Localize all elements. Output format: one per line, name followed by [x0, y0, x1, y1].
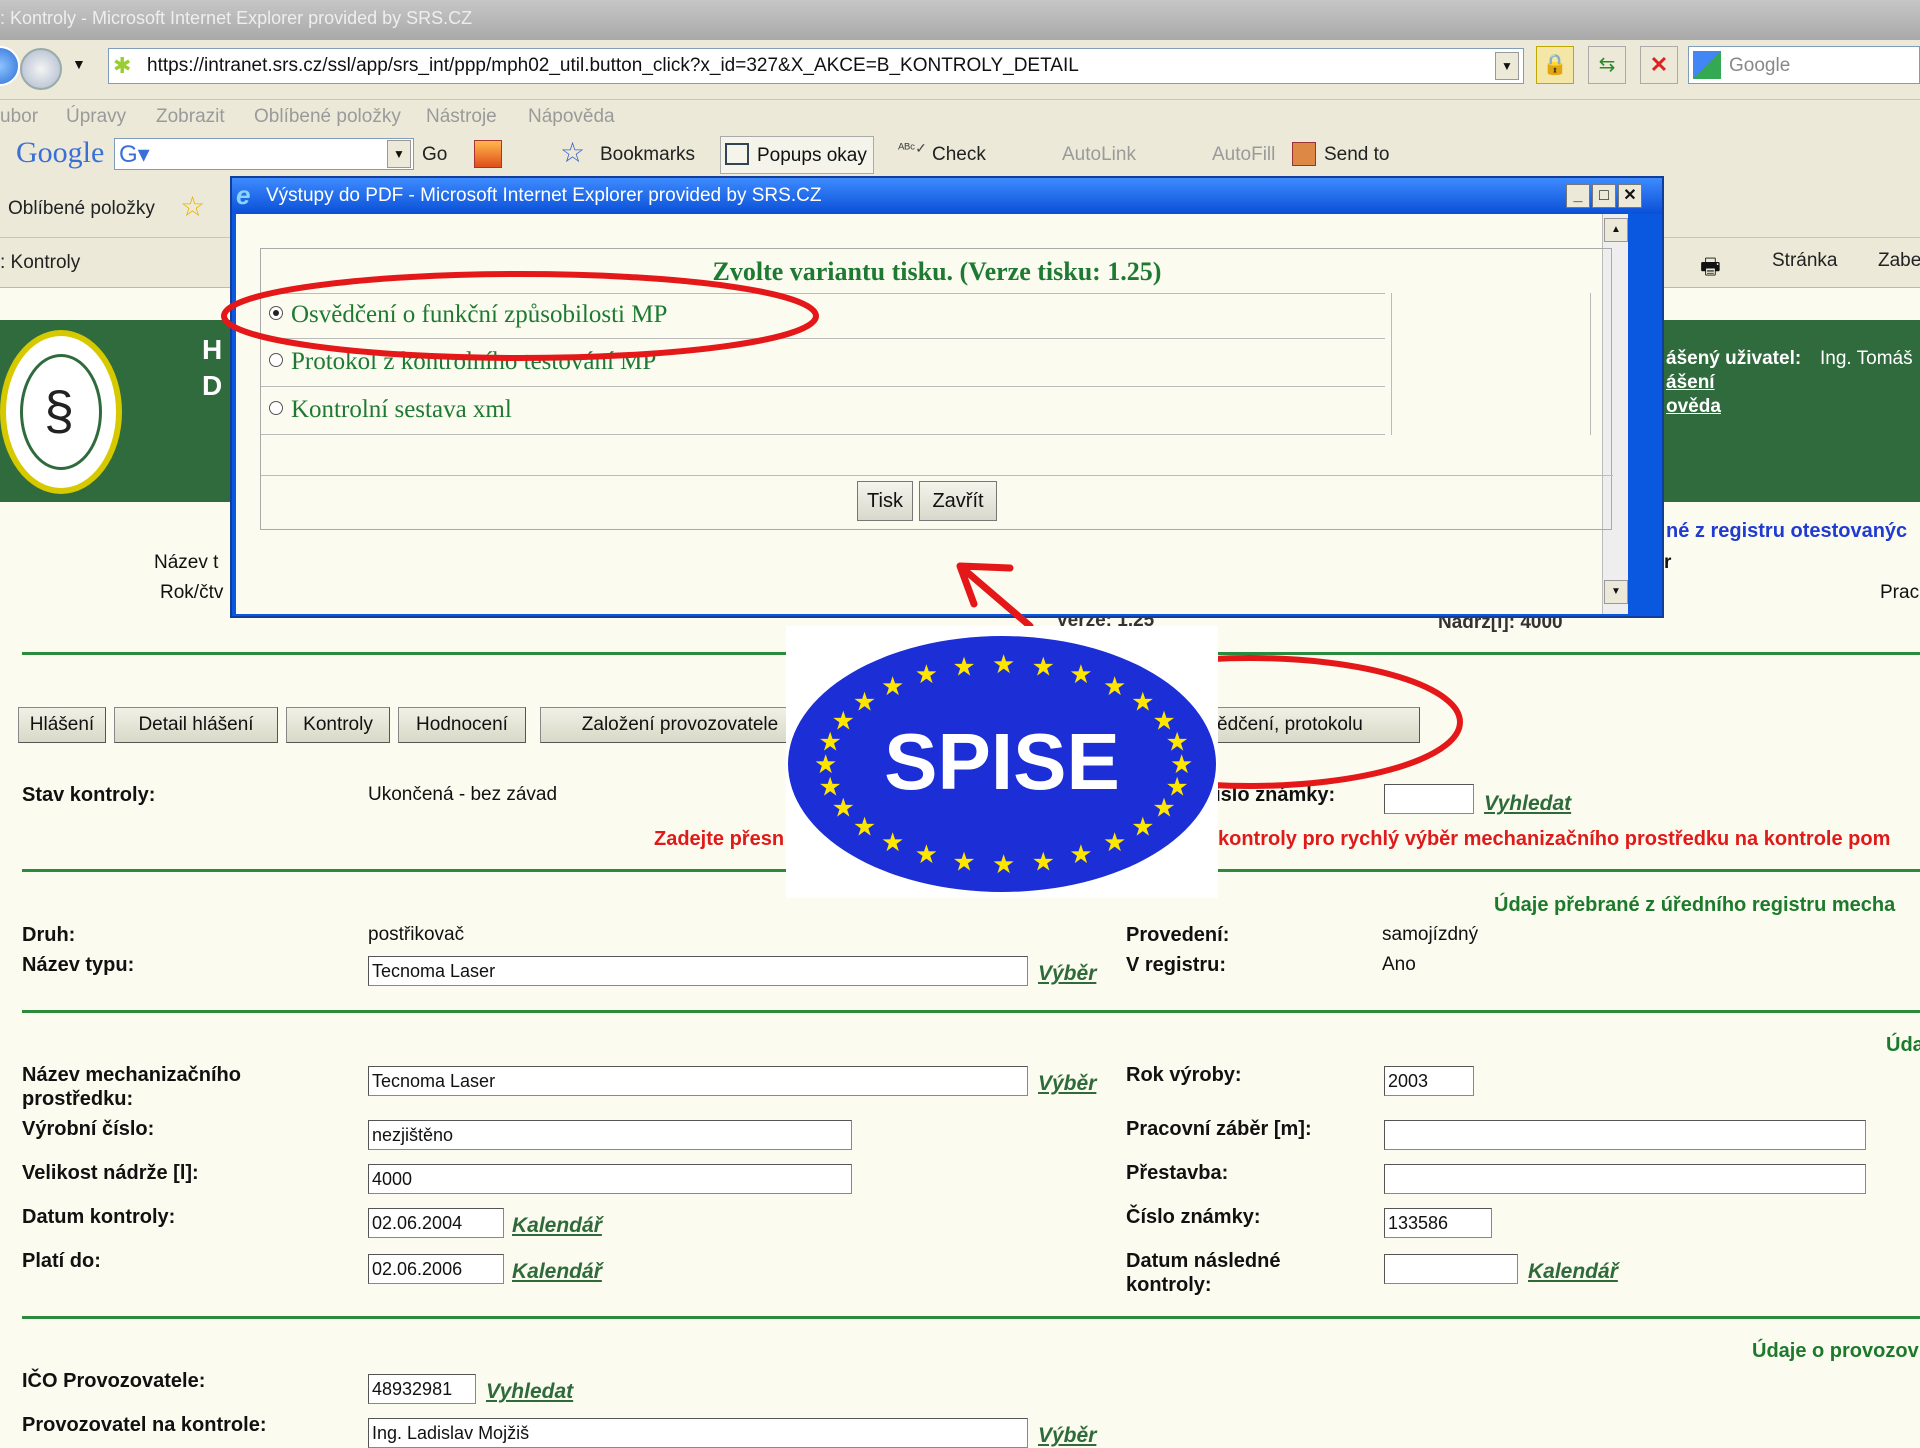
star-icon: ★	[853, 688, 876, 718]
annotation-arrow	[956, 562, 1034, 630]
star-icon: ★	[1103, 672, 1126, 702]
star-icon: ★	[1069, 840, 1092, 870]
star-icon: ★	[952, 653, 975, 683]
star-icon: ★	[1131, 812, 1154, 842]
annotation-ellipse-option	[221, 271, 819, 361]
star-icon: ★	[1069, 660, 1092, 690]
star-icon: ★	[915, 840, 938, 870]
spise-logo: ★ ★ ★ ★ ★ ★ ★ ★ ★ ★ ★ ★ ★ ★ ★ ★ ★ ★ ★ ★ ★ ★ ★ ★ ★ ★ ★ ★ SPISE	[786, 626, 1218, 898]
star-icon: ★	[952, 847, 975, 877]
star-icon: ★	[1103, 828, 1126, 858]
star-icon: ★	[915, 660, 938, 690]
star-icon: ★	[881, 828, 904, 858]
star-icon: ★	[1032, 847, 1055, 877]
star-icon: ★	[992, 850, 1015, 880]
star-icon: ★	[853, 812, 876, 842]
star-icon: ★	[992, 650, 1015, 680]
star-icon: ★	[881, 672, 904, 702]
star-icon: ★	[1032, 653, 1055, 683]
spise-text: SPISE	[884, 717, 1120, 806]
star-icon: ★	[1131, 688, 1154, 718]
